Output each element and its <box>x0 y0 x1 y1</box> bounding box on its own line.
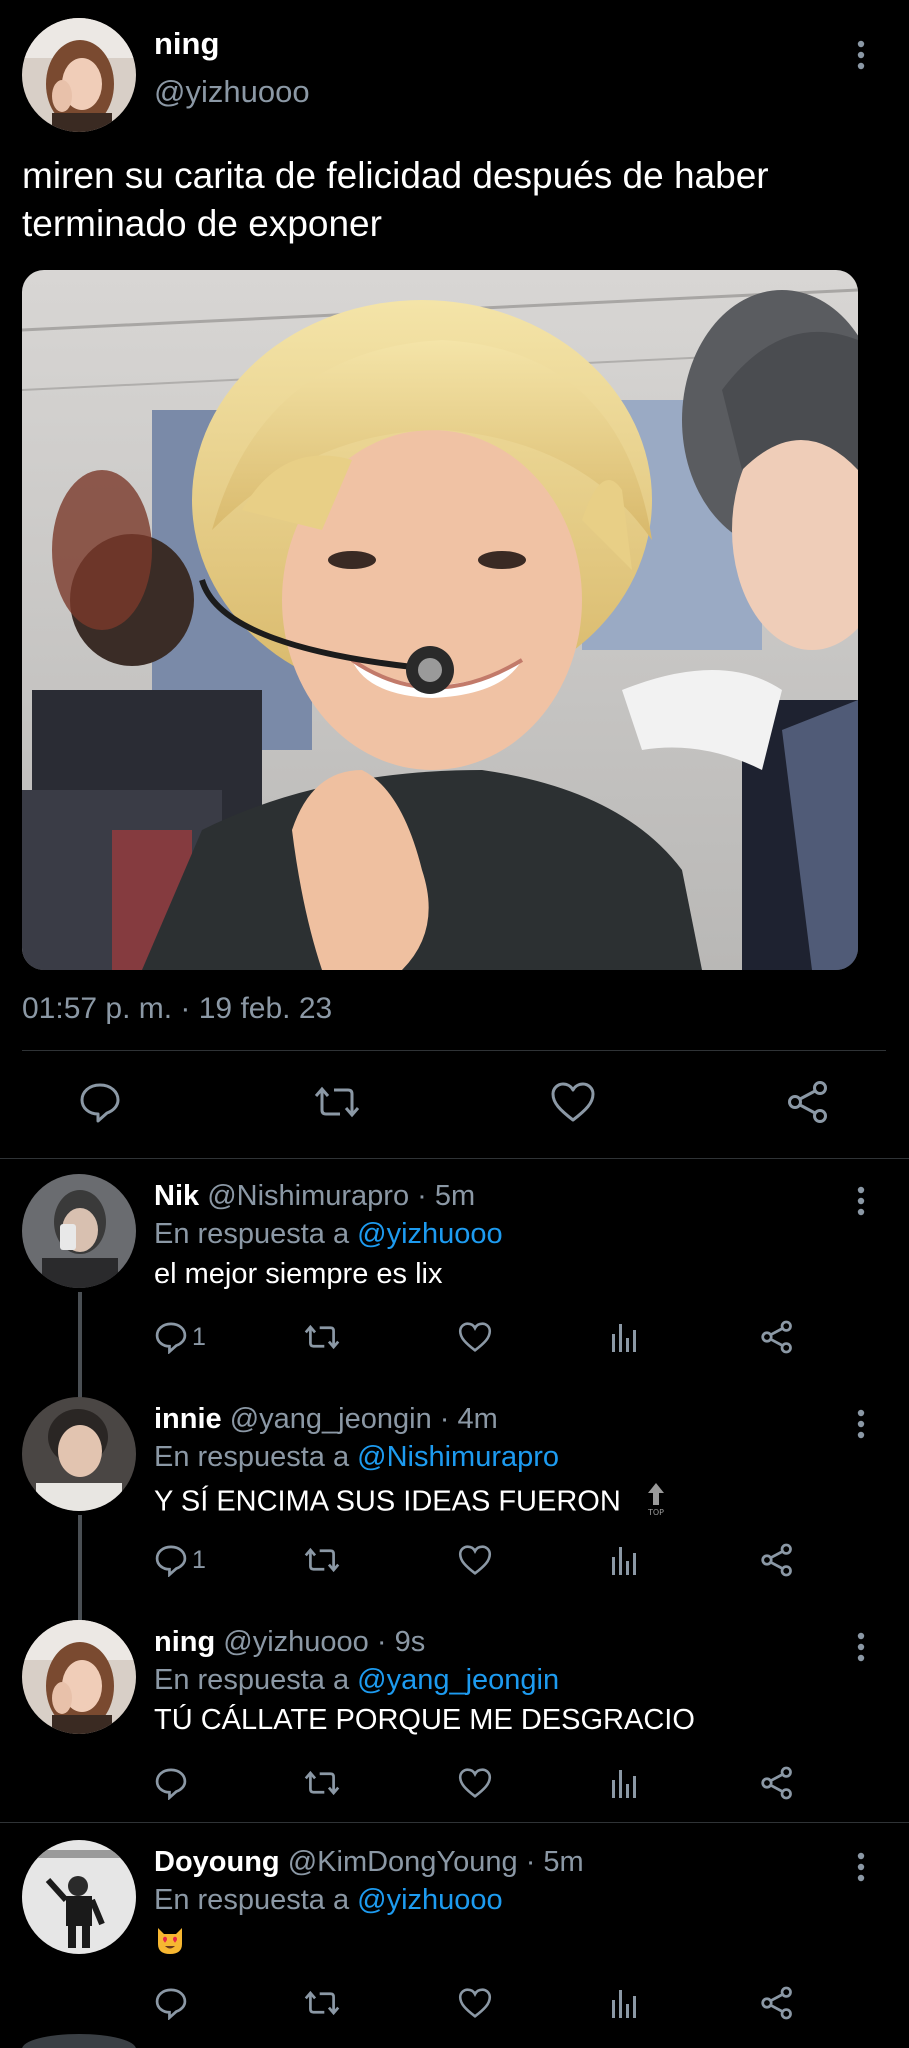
reply-header: innie @yang_jeongin · 4m <box>154 1403 498 1436</box>
more-options-icon[interactable] <box>856 1409 866 1444</box>
more-options-icon[interactable] <box>856 1852 866 1887</box>
divider <box>0 1822 909 1823</box>
author-name[interactable]: ning <box>154 26 219 62</box>
reply-to-link[interactable]: @yang_jeongin <box>357 1664 559 1696</box>
reply-button[interactable]: 1 <box>154 1543 206 1577</box>
avatar[interactable] <box>22 18 136 132</box>
reply-actions: 1 <box>0 1543 909 1583</box>
reply-to-label: En respuesta a <box>154 1884 350 1916</box>
reply-icon <box>155 1545 187 1577</box>
divider <box>0 1158 909 1159</box>
divider <box>22 1050 886 1051</box>
reply-header: ning @yizhuooo · 9s <box>154 1626 425 1659</box>
like-icon[interactable] <box>458 1766 492 1800</box>
reply-item[interactable]: Doyoung @KimDongYoung · 5m En respuesta … <box>0 1828 909 2048</box>
reply-to-label: En respuesta a <box>154 1441 350 1473</box>
retweet-icon[interactable] <box>304 1320 340 1354</box>
top-arrow-emoji-icon: TOP <box>643 1481 669 1525</box>
reply-to-link[interactable]: @Nishimurapro <box>357 1441 559 1473</box>
retweet-icon[interactable] <box>314 1080 360 1129</box>
reply-icon[interactable] <box>78 1080 122 1129</box>
reply-header: Nik @Nishimurapro · 5m <box>154 1180 475 1213</box>
reply-actions: 1 <box>0 1320 909 1360</box>
author-handle[interactable]: @yizhuooo <box>154 74 310 110</box>
reply-item[interactable]: ning @yizhuooo · 9s En respuesta a @yang… <box>0 1608 909 1831</box>
reply-time: 5m <box>543 1846 584 1878</box>
reply-author-name[interactable]: Doyoung <box>154 1846 280 1878</box>
reply-text <box>154 1924 186 1964</box>
reply-button[interactable]: 1 <box>154 1320 206 1354</box>
tweet-text: miren su carita de felicidad después de … <box>22 155 769 244</box>
reply-author-name[interactable]: ning <box>154 1626 215 1658</box>
reply-item[interactable]: Nik @Nishimurapro · 5m En respuesta a @y… <box>0 1162 909 1400</box>
reply-text-row: Y SÍ ENCIMA SUS IDEAS FUERON TOP <box>154 1481 669 1525</box>
reply-author-handle[interactable]: @Nishimurapro <box>207 1180 409 1212</box>
retweet-icon[interactable] <box>304 1543 340 1577</box>
tweet-photo[interactable] <box>22 270 858 970</box>
reply-time: 4m <box>457 1403 498 1435</box>
tweet-actions <box>0 1080 909 1132</box>
reply-to-label: En respuesta a <box>154 1218 350 1250</box>
avatar[interactable] <box>22 1397 136 1511</box>
retweet-icon[interactable] <box>304 1766 340 1800</box>
avatar[interactable] <box>22 1174 136 1288</box>
reply-to-link[interactable]: @yizhuooo <box>357 1218 503 1250</box>
reply-icon[interactable] <box>154 1986 188 2020</box>
more-options-icon[interactable] <box>856 1186 866 1221</box>
reply-context: En respuesta a @yizhuooo <box>154 1884 503 1917</box>
share-icon[interactable] <box>786 1080 830 1129</box>
reply-author-handle[interactable]: @yang_jeongin <box>230 1403 432 1435</box>
reply-context: En respuesta a @Nishimurapro <box>154 1441 559 1474</box>
reply-dot: · <box>525 1846 536 1878</box>
analytics-icon[interactable] <box>610 1986 640 2020</box>
reply-text: TÚ CÁLLATE PORQUE ME DESGRACIO <box>154 1704 695 1736</box>
reply-context: En respuesta a @yang_jeongin <box>154 1664 559 1697</box>
retweet-icon[interactable] <box>304 1986 340 2020</box>
share-icon[interactable] <box>760 1986 794 2020</box>
reply-count: 1 <box>192 1322 206 1351</box>
reply-time: 9s <box>394 1626 426 1658</box>
analytics-icon[interactable] <box>610 1320 640 1354</box>
reply-dot: · <box>376 1626 387 1658</box>
like-icon[interactable] <box>458 1543 492 1577</box>
like-icon[interactable] <box>458 1320 492 1354</box>
reply-time: 5m <box>434 1180 476 1212</box>
reply-icon[interactable] <box>154 1766 188 1800</box>
reply-to-label: En respuesta a <box>154 1664 350 1696</box>
avatar[interactable] <box>22 1620 136 1734</box>
reply-context: En respuesta a @yizhuooo <box>154 1218 503 1251</box>
top-label: TOP <box>647 1508 664 1517</box>
avatar[interactable] <box>22 1840 136 1954</box>
reply-actions <box>0 1986 909 2026</box>
reply-icon <box>155 1322 187 1354</box>
heart-eyes-cat-icon <box>154 1924 186 1956</box>
reply-dot: · <box>417 1180 427 1212</box>
reply-count: 1 <box>192 1545 206 1574</box>
like-icon[interactable] <box>550 1080 596 1129</box>
reply-header: Doyoung @KimDongYoung · 5m <box>154 1846 584 1879</box>
timestamp: 01:57 p. m. · 19 feb. 23 <box>22 992 333 1025</box>
reply-dot: · <box>439 1403 450 1435</box>
share-icon[interactable] <box>760 1766 794 1800</box>
share-icon[interactable] <box>760 1543 794 1577</box>
more-options-icon[interactable] <box>856 1632 866 1667</box>
reply-author-name[interactable]: innie <box>154 1403 222 1435</box>
reply-to-link[interactable]: @yizhuooo <box>357 1884 503 1916</box>
reply-actions <box>0 1766 909 1806</box>
more-options-icon[interactable] <box>856 40 866 75</box>
reply-text: Y SÍ ENCIMA SUS IDEAS FUERON <box>154 1485 621 1518</box>
analytics-icon[interactable] <box>610 1766 640 1800</box>
main-tweet: ning @yizhuooo miren su carita de felici… <box>0 0 909 1158</box>
reply-text: el mejor siempre es lix <box>154 1258 443 1290</box>
reply-item[interactable]: innie @yang_jeongin · 4m En respuesta a … <box>0 1385 909 1623</box>
analytics-icon[interactable] <box>610 1543 640 1577</box>
reply-author-handle[interactable]: @KimDongYoung <box>288 1846 518 1878</box>
reply-author-name[interactable]: Nik <box>154 1180 199 1212</box>
share-icon[interactable] <box>760 1320 794 1354</box>
like-icon[interactable] <box>458 1986 492 2020</box>
reply-author-handle[interactable]: @yizhuooo <box>223 1626 369 1658</box>
